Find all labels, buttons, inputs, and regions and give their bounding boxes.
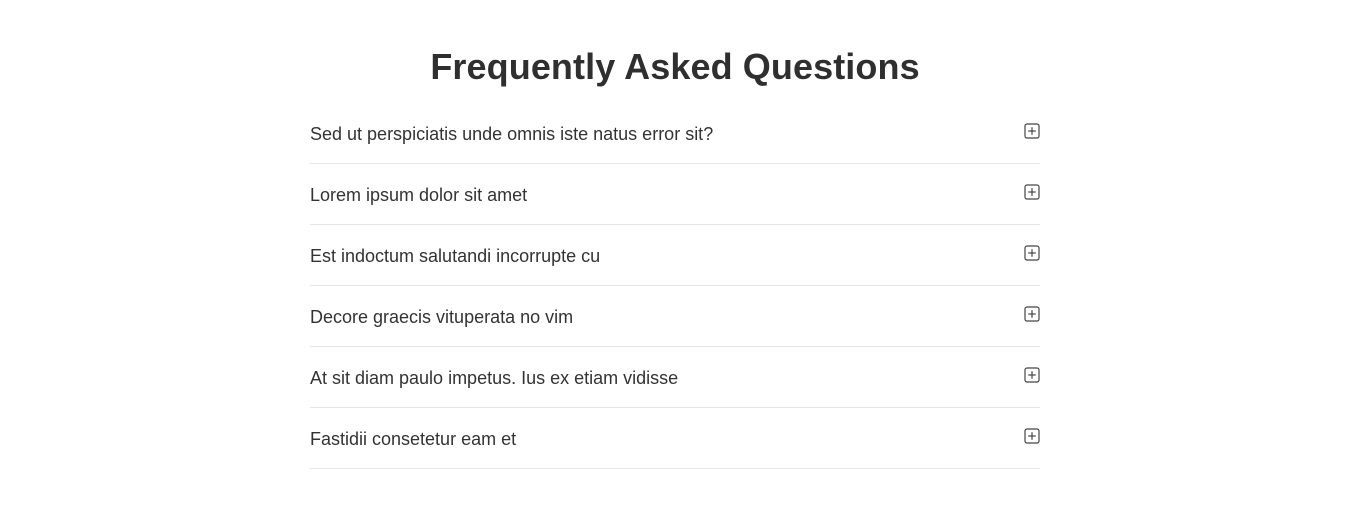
faq-question: At sit diam paulo impetus. Ius ex etiam … (310, 368, 679, 388)
plus-square-icon[interactable] (1024, 123, 1040, 139)
faq-item[interactable]: Sed ut perspiciatis unde omnis iste natu… (310, 103, 1040, 164)
faq-question: Fastidii consetetur eam et (310, 429, 517, 449)
faq-item[interactable]: Est indoctum salutandi incorrupte cu (310, 225, 1040, 286)
faq-question: Lorem ipsum dolor sit amet (310, 185, 528, 205)
page-title: Frequently Asked Questions (430, 46, 920, 87)
plus-square-icon[interactable] (1024, 367, 1040, 383)
faq-item[interactable]: Decore graecis vituperata no vim (310, 286, 1040, 347)
plus-square-icon[interactable] (1024, 428, 1040, 444)
faq-item[interactable]: Fastidii consetetur eam et (310, 408, 1040, 469)
plus-square-icon[interactable] (1024, 306, 1040, 322)
faq-question: Est indoctum salutandi incorrupte cu (310, 246, 601, 266)
faq-question: Decore graecis vituperata no vim (310, 307, 574, 327)
faq-item[interactable]: At sit diam paulo impetus. Ius ex etiam … (310, 347, 1040, 408)
faq-item[interactable]: Lorem ipsum dolor sit amet (310, 164, 1040, 225)
faq-question: Sed ut perspiciatis unde omnis iste natu… (310, 124, 714, 144)
plus-square-icon[interactable] (1024, 184, 1040, 200)
plus-square-icon[interactable] (1024, 245, 1040, 261)
faq-list: Sed ut perspiciatis unde omnis iste natu… (310, 103, 1040, 469)
